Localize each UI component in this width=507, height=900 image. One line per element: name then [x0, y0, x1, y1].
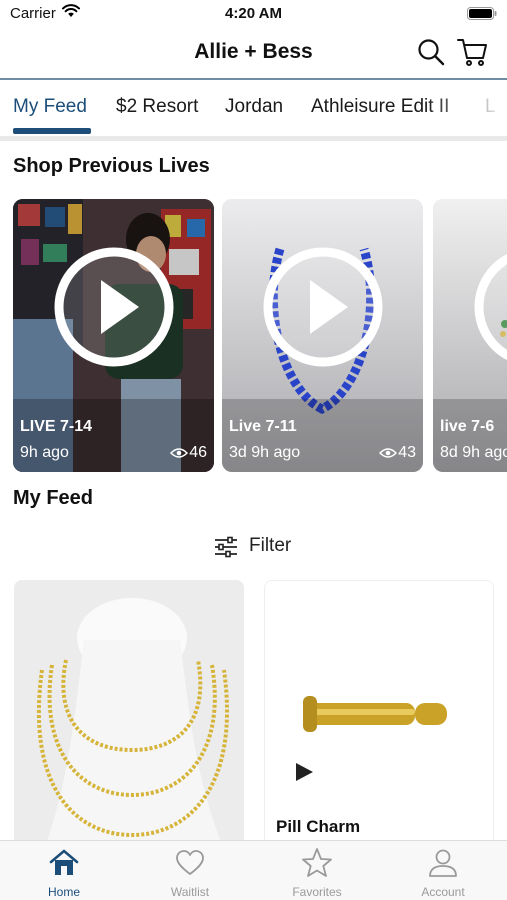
play-icon[interactable]	[51, 244, 177, 370]
nav-bar: Allie + Bess	[0, 28, 507, 80]
live-time-ago: 9h ago	[20, 444, 69, 461]
live-time-ago: 8d 9h ago	[440, 444, 507, 461]
play-icon[interactable]	[293, 761, 315, 783]
star-icon	[302, 848, 332, 877]
sliders-icon	[215, 536, 237, 558]
tab-bar-label: Waitlist	[170, 885, 210, 899]
eye-icon	[379, 448, 398, 458]
tab-2-resort[interactable]: $2 Resort	[116, 96, 198, 118]
live-time-ago: 3d 9h ago	[229, 444, 301, 461]
eye-icon	[170, 448, 189, 458]
play-icon[interactable]	[260, 244, 386, 370]
search-icon[interactable]	[417, 38, 445, 66]
product-name: Pill Charm	[276, 817, 361, 836]
section-title-feed: My Feed	[13, 487, 94, 509]
live-title: live 7-6	[440, 418, 495, 435]
view-count: 43	[379, 444, 416, 462]
product-card[interactable]	[14, 580, 244, 850]
product-image	[14, 580, 244, 850]
section-title-lives: Shop Previous Lives	[13, 155, 210, 177]
view-count-value: 43	[398, 444, 416, 461]
heart-icon	[176, 850, 204, 875]
active-tab-indicator	[13, 128, 91, 134]
bottom-tab-bar: Home Waitlist Favorites Account	[0, 840, 507, 900]
category-tabs: My Feed $2 Resort Jordan Athleisure Edit…	[0, 80, 507, 136]
cart-icon[interactable]	[457, 37, 489, 67]
product-image	[265, 581, 493, 849]
battery-icon	[467, 7, 497, 20]
view-count: 46	[170, 444, 207, 462]
live-card[interactable]: Live 7-11 3d 9h ago 43	[222, 199, 423, 472]
tabs-divider	[0, 136, 507, 141]
person-icon	[429, 849, 457, 877]
tab-bar-home[interactable]: Home	[9, 841, 119, 900]
tabs-fade	[427, 80, 507, 136]
tab-bar-label: Favorites	[292, 885, 342, 899]
live-title: Live 7-11	[229, 418, 297, 435]
tab-bar-label: Account	[421, 885, 465, 899]
tab-jordan[interactable]: Jordan	[225, 96, 283, 118]
tab-bar-account[interactable]: Account	[388, 841, 498, 900]
home-icon	[49, 849, 79, 875]
filter-label: Filter	[249, 535, 292, 556]
tab-bar-favorites[interactable]: Favorites	[262, 841, 372, 900]
tab-bar-label: Home	[47, 885, 80, 899]
tab-my-feed[interactable]: My Feed	[13, 96, 87, 118]
screen: Carrier 4:20 AM Allie + Bess My Feed $2 …	[0, 0, 507, 900]
lives-carousel: LIVE 7-14 9h ago 46 Live 7-11 3d 9h ago …	[0, 199, 507, 472]
status-time: 4:20 AM	[225, 5, 282, 22]
tab-bar-waitlist[interactable]: Waitlist	[135, 841, 245, 900]
view-count-value: 46	[189, 444, 207, 461]
live-card[interactable]: live 7-6 8d 9h ago	[433, 199, 507, 472]
status-bar: Carrier 4:20 AM	[0, 0, 507, 28]
live-card[interactable]: LIVE 7-14 9h ago 46	[13, 199, 214, 472]
live-title: LIVE 7-14	[20, 418, 93, 435]
product-card[interactable]: Pill Charm	[264, 580, 494, 850]
play-icon[interactable]	[471, 244, 507, 370]
